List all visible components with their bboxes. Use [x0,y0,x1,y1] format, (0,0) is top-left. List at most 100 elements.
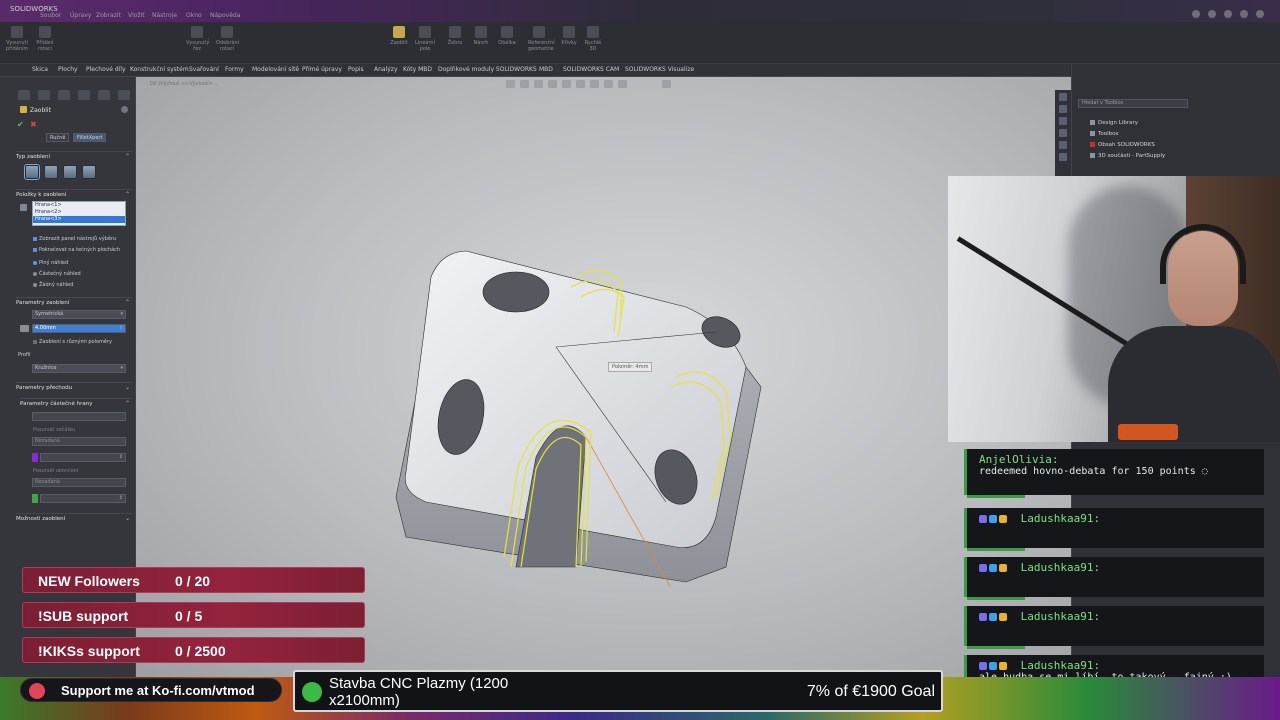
part-model[interactable] [386,237,766,587]
section-fillet-options[interactable]: Možnosti zaoblení ⌄ [16,513,132,522]
radius-input[interactable]: 4.00mm ⇕ [32,324,126,333]
spin-icon[interactable]: ⇕ [119,454,123,461]
profile-select[interactable]: Kružnice ▾ [32,364,126,373]
no-preview-radio[interactable]: Žádný náhled [33,282,73,288]
help-icon[interactable] [1192,10,1200,18]
tab-mesh-modeling[interactable]: Modelování sítě [252,66,299,73]
tab-structure-system[interactable]: Konstrukční systém [130,66,189,73]
cancel-x-icon[interactable]: ✖ [30,120,37,129]
ribbon-button-curves[interactable]: Křivky [558,26,580,46]
ribbon-button-revolved-cut[interactable]: Odebrání rotací [216,26,239,52]
help-icon[interactable] [121,106,128,113]
appearances-icon[interactable] [1059,141,1067,149]
ribbon-button-rib[interactable]: Žebro [444,26,466,46]
offset-end-select[interactable]: Nezadaná [32,478,126,487]
section-fillet-parameters[interactable]: Parametry zaoblení ⌃ [16,297,132,306]
constant-size-fillet-icon[interactable] [24,164,40,180]
custom-properties-icon[interactable] [1059,153,1067,161]
property-manager-icon[interactable] [38,90,50,100]
ribbon-button-instant-3d[interactable]: Rychlé 3D [582,26,604,52]
tab-mbd-dimensions[interactable]: Kóty MBD [403,66,432,73]
tab-addins[interactable]: Doplňkové moduly SOLIDWORKS [438,66,537,73]
tab-sketch[interactable]: Skica [32,66,48,73]
close-icon[interactable] [1256,10,1264,18]
tree-item-3d-components[interactable]: 3D součásti - PartSupply [1090,153,1165,159]
tab-molds[interactable]: Formy [225,66,244,73]
partial-preview-radio[interactable]: Částečný náhled [33,271,81,277]
display-style-icon[interactable] [576,80,585,88]
ribbon-button-reference-geometry[interactable]: Referenční geometrie [528,26,555,52]
menu-item-view[interactable]: Zobrazit [96,12,121,19]
monitor-icon[interactable] [662,80,671,88]
mode-filletxpert-button[interactable]: FilletXpert [73,133,107,142]
multi-radius-checkbox[interactable]: Zaoblení s různými poloměry [33,339,112,345]
collapse-icon[interactable]: ⌃ [125,153,130,160]
view-palette-icon[interactable] [1059,129,1067,137]
display-manager-icon[interactable] [98,90,110,100]
tree-item-toolbox[interactable]: Toolbox [1090,131,1119,137]
list-item[interactable]: Hrana<2> [33,209,125,216]
tab-mbd[interactable]: MBD [539,66,553,73]
collapse-icon[interactable]: ⌃ [125,191,130,198]
edge-selection-list[interactable]: Hrana<1> Hrana<2> Hrana<3> [32,201,126,226]
spin-icon[interactable]: ⇕ [119,495,123,502]
view-orientation-icon[interactable] [562,80,571,88]
tangent-propagation-checkbox[interactable]: Pokračovat na tečných plochách [33,247,120,253]
full-round-fillet-icon[interactable] [82,165,96,179]
face-fillet-icon[interactable] [63,165,77,179]
tab-markup[interactable]: Popis [348,66,364,73]
expand-icon[interactable]: ⌄ [125,384,130,391]
offset-start-select[interactable]: Nezadaná [32,437,126,446]
maximize-icon[interactable] [1240,10,1248,18]
fillet-radius-callout[interactable]: Poloměr: 4mm [608,362,653,372]
expand-icon[interactable] [118,90,130,100]
user-icon[interactable] [1208,10,1216,18]
tab-surfaces[interactable]: Plochy [58,66,78,73]
menu-item-tools[interactable]: Nástroje [152,12,177,19]
ribbon-button-linear-pattern[interactable]: Lineární pole [414,26,436,52]
tab-evaluate[interactable]: Analýzy [374,66,398,73]
menu-item-window[interactable]: Okno [186,12,202,19]
spin-icon[interactable]: ⇕ [119,325,123,332]
section-fillet-type[interactable]: Typ zaoblení ⌃ [16,151,132,160]
feature-breadcrumb[interactable]: Díl (Výchozí <<Výchozí>... [150,81,218,87]
full-preview-radio[interactable]: Plný náhled [33,260,68,266]
offset-start-distance[interactable]: ⇕ [40,453,126,462]
tree-item-solidworks-content[interactable]: Obsah SOLIDWORKS [1090,142,1155,148]
configuration-manager-icon[interactable] [58,90,70,100]
section-setback-parameters[interactable]: Parametry přechodu ⌄ [16,382,132,391]
ribbon-button-draft[interactable]: Návrh [470,26,492,46]
ribbon-button-fillet[interactable]: Zaoblit [388,26,410,46]
menu-item-file[interactable]: Soubor [40,12,61,19]
zoom-area-icon[interactable] [520,80,529,88]
variable-size-fillet-icon[interactable] [44,165,58,179]
toolbox-search-input[interactable]: Hledat v Toolbox [1078,99,1188,108]
mode-manual-button[interactable]: Ručně [46,133,70,142]
previous-view-icon[interactable] [534,80,543,88]
expand-icon[interactable]: ⌄ [125,515,130,522]
hide-show-icon[interactable] [590,80,599,88]
symmetry-select[interactable]: Symetrická ▾ [32,310,126,319]
show-selection-toolbar-checkbox[interactable]: Zobrazit panel nástrojů výběru [33,236,116,242]
minimize-icon[interactable] [1224,10,1232,18]
list-item[interactable]: Hrana<3> [33,216,125,223]
menu-item-help[interactable]: Nápověda [210,12,240,19]
ok-check-icon[interactable]: ✔ [17,120,24,129]
scene-icon[interactable] [618,80,627,88]
section-partial-edge[interactable]: Parametry částečné hrany ⌃ [20,398,132,407]
collapse-icon[interactable]: ⌃ [125,299,130,306]
design-library-icon[interactable] [1059,105,1067,113]
tab-sheet-metal[interactable]: Plechové díly [86,66,126,73]
list-item[interactable]: Hrana<1> [33,202,125,209]
ribbon-button-revolve[interactable]: Přidání rotací [34,26,56,52]
partial-edge-input[interactable] [32,412,126,421]
menu-item-insert[interactable]: Vložit [128,12,145,19]
file-explorer-icon[interactable] [1059,117,1067,125]
tree-item-design-library[interactable]: Design Library [1090,120,1138,126]
section-items-to-fillet[interactable]: Položky k zaoblení ⌃ [16,189,132,198]
collapse-icon[interactable]: ⌃ [125,400,130,407]
zoom-fit-icon[interactable] [506,80,515,88]
resources-icon[interactable] [1059,93,1067,101]
section-view-icon[interactable] [548,80,557,88]
tab-solidworks-cam[interactable]: SOLIDWORKS CAM [563,66,619,73]
